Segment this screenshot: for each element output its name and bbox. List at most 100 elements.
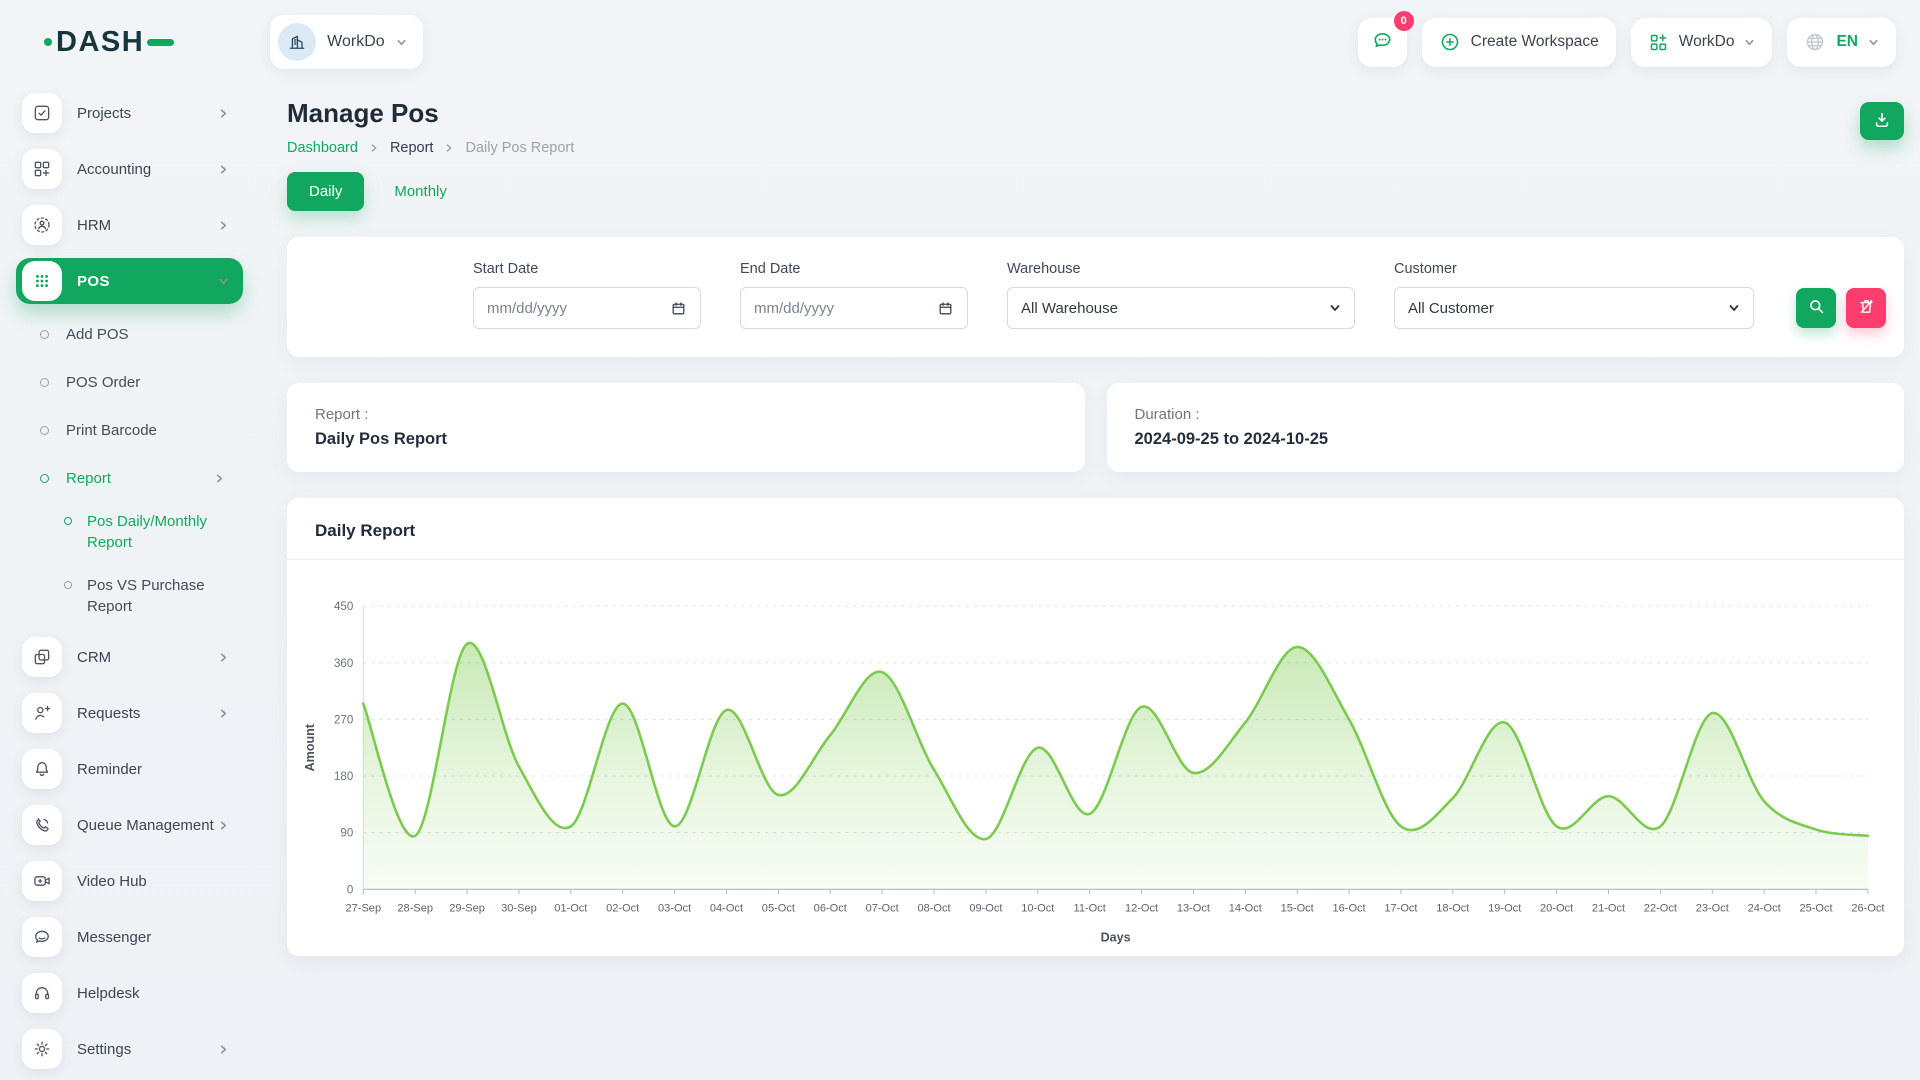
circle-bullet-icon [64, 581, 72, 589]
sidebar-item-crm[interactable]: CRM [16, 634, 243, 680]
svg-text:25-Oct: 25-Oct [1799, 902, 1832, 914]
top-header: DASH WorkDo 0 [0, 0, 1920, 78]
svg-text:19-Oct: 19-Oct [1488, 902, 1521, 914]
svg-text:29-Sep: 29-Sep [449, 902, 485, 914]
language-button[interactable]: EN [1787, 18, 1896, 67]
breadcrumb: Dashboard Report Daily Pos Report [287, 140, 574, 156]
chevron-right-icon [218, 708, 229, 719]
sidebar-item-label: HRM [77, 217, 111, 234]
sidebar-item-hrm[interactable]: HRM [16, 202, 243, 248]
messages-button[interactable]: 0 [1358, 18, 1407, 67]
search-button[interactable] [1796, 288, 1836, 328]
sidebar-item-label: Projects [77, 105, 131, 122]
sidebar-item-pos[interactable]: POS [16, 258, 243, 304]
sidebar-item-pos-vs-purchase-report[interactable]: Pos VS Purchase Report [16, 570, 243, 622]
projects-icon [22, 93, 62, 133]
sidebar-item-label: Pos VS Purchase Report [87, 575, 239, 617]
svg-text:13-Oct: 13-Oct [1177, 902, 1210, 914]
sidebar-item-helpdesk[interactable]: Helpdesk [16, 970, 243, 1016]
chat-bubble-icon [1371, 29, 1394, 55]
sidebar-item-print-barcode[interactable]: Print Barcode [16, 410, 243, 450]
summary-row: Report : Daily Pos Report Duration : 202… [287, 383, 1904, 472]
svg-text:90: 90 [340, 828, 353, 840]
svg-text:23-Oct: 23-Oct [1696, 902, 1729, 914]
tab-daily[interactable]: Daily [287, 172, 364, 211]
report-label: Report : [315, 406, 1057, 423]
chevron-down-icon [396, 37, 407, 48]
svg-text:17-Oct: 17-Oct [1384, 902, 1417, 914]
svg-text:16-Oct: 16-Oct [1333, 902, 1366, 914]
sidebar-item-messenger[interactable]: Messenger [16, 914, 243, 960]
filter-actions [1796, 288, 1886, 329]
svg-text:450: 450 [334, 601, 353, 613]
customer-select[interactable]: All Customer [1394, 287, 1754, 329]
calendar-icon [670, 300, 687, 317]
svg-text:20-Oct: 20-Oct [1540, 902, 1573, 914]
workspace-chip[interactable]: WorkDo [270, 15, 423, 69]
chart-body: 09018027036045027-Sep28-Sep29-Sep30-Sep0… [287, 560, 1904, 950]
sidebar-item-video-hub[interactable]: Video Hub [16, 858, 243, 904]
circle-bullet-icon [40, 474, 49, 483]
trash-slash-icon [1857, 297, 1876, 319]
sidebar-item-requests[interactable]: Requests [16, 690, 243, 736]
sidebar-item-projects[interactable]: Projects [16, 90, 243, 136]
brand-logo[interactable]: DASH [44, 26, 174, 59]
settings-icon [22, 1029, 62, 1069]
sidebar-item-pos-order[interactable]: POS Order [16, 362, 243, 402]
sidebar-item-add-pos[interactable]: Add POS [16, 314, 243, 354]
crm-icon [22, 637, 62, 677]
requests-icon [22, 693, 62, 733]
sidebar-item-reminder[interactable]: Reminder [16, 746, 243, 792]
chevron-down-icon [1744, 37, 1755, 48]
report-value: Daily Pos Report [315, 430, 1057, 449]
svg-text:360: 360 [334, 658, 353, 670]
duration-value: 2024-09-25 to 2024-10-25 [1135, 430, 1877, 449]
sidebar: Projects Accounting HRM POS Add POS POS Order… [16, 84, 243, 1080]
svg-text:21-Oct: 21-Oct [1592, 902, 1625, 914]
circle-bullet-icon [40, 330, 49, 339]
svg-text:0: 0 [347, 884, 353, 896]
sidebar-item-label: CRM [77, 649, 111, 666]
sidebar-item-label: Settings [77, 1041, 131, 1058]
workspace-switcher-button[interactable]: WorkDo [1631, 18, 1773, 67]
queue-icon [22, 805, 62, 845]
warehouse-select[interactable]: All Warehouse [1007, 287, 1355, 329]
breadcrumb-report[interactable]: Report [390, 140, 434, 156]
page-title: Manage Pos [287, 98, 574, 129]
warehouse-field: Warehouse All Warehouse [1007, 261, 1355, 329]
sidebar-item-label: Reminder [77, 761, 142, 778]
chart-card: Daily Report 09018027036045027-Sep28-Sep… [287, 498, 1904, 956]
download-button[interactable] [1860, 102, 1904, 140]
messages-count-badge: 0 [1394, 11, 1414, 31]
grid-plus-icon [1648, 32, 1669, 53]
svg-text:26-Oct: 26-Oct [1851, 902, 1884, 914]
tab-monthly[interactable]: Monthly [372, 172, 469, 211]
chevron-right-icon [218, 164, 229, 175]
sidebar-item-label: Video Hub [77, 873, 147, 890]
svg-text:270: 270 [334, 714, 353, 726]
search-icon [1807, 297, 1826, 319]
sidebar-item-queue-management[interactable]: Queue Management [16, 802, 243, 848]
svg-text:180: 180 [334, 771, 353, 783]
sidebar-item-pos-daily-monthly-report[interactable]: Pos Daily/Monthly Report [16, 506, 243, 558]
sidebar-item-settings[interactable]: Settings [16, 1026, 243, 1072]
svg-text:30-Sep: 30-Sep [501, 902, 537, 914]
breadcrumb-dashboard[interactable]: Dashboard [287, 140, 358, 156]
chevron-right-icon [214, 473, 225, 484]
chevron-right-icon [218, 1044, 229, 1055]
reset-filter-button[interactable] [1846, 288, 1886, 328]
duration-label: Duration : [1135, 406, 1877, 423]
create-workspace-button[interactable]: Create Workspace [1422, 18, 1616, 67]
end-date-input[interactable]: mm/dd/yyyy [740, 287, 968, 329]
sidebar-item-accounting[interactable]: Accounting [16, 146, 243, 192]
sidebar-item-report[interactable]: Report [16, 458, 243, 498]
start-date-input[interactable]: mm/dd/yyyy [473, 287, 701, 329]
filter-card: Start Date mm/dd/yyyy End Date mm/dd/yyy… [287, 237, 1904, 357]
logo-accent-dash-icon [147, 39, 174, 46]
logo-text: DASH [56, 26, 144, 59]
sidebar-item-label: Queue Management [77, 817, 214, 834]
chevron-down-icon [1728, 302, 1740, 314]
daily-report-area-chart: 09018027036045027-Sep28-Sep29-Sep30-Sep0… [299, 586, 1886, 950]
chevron-right-icon [218, 820, 229, 831]
customer-field: Customer All Customer [1394, 261, 1754, 329]
